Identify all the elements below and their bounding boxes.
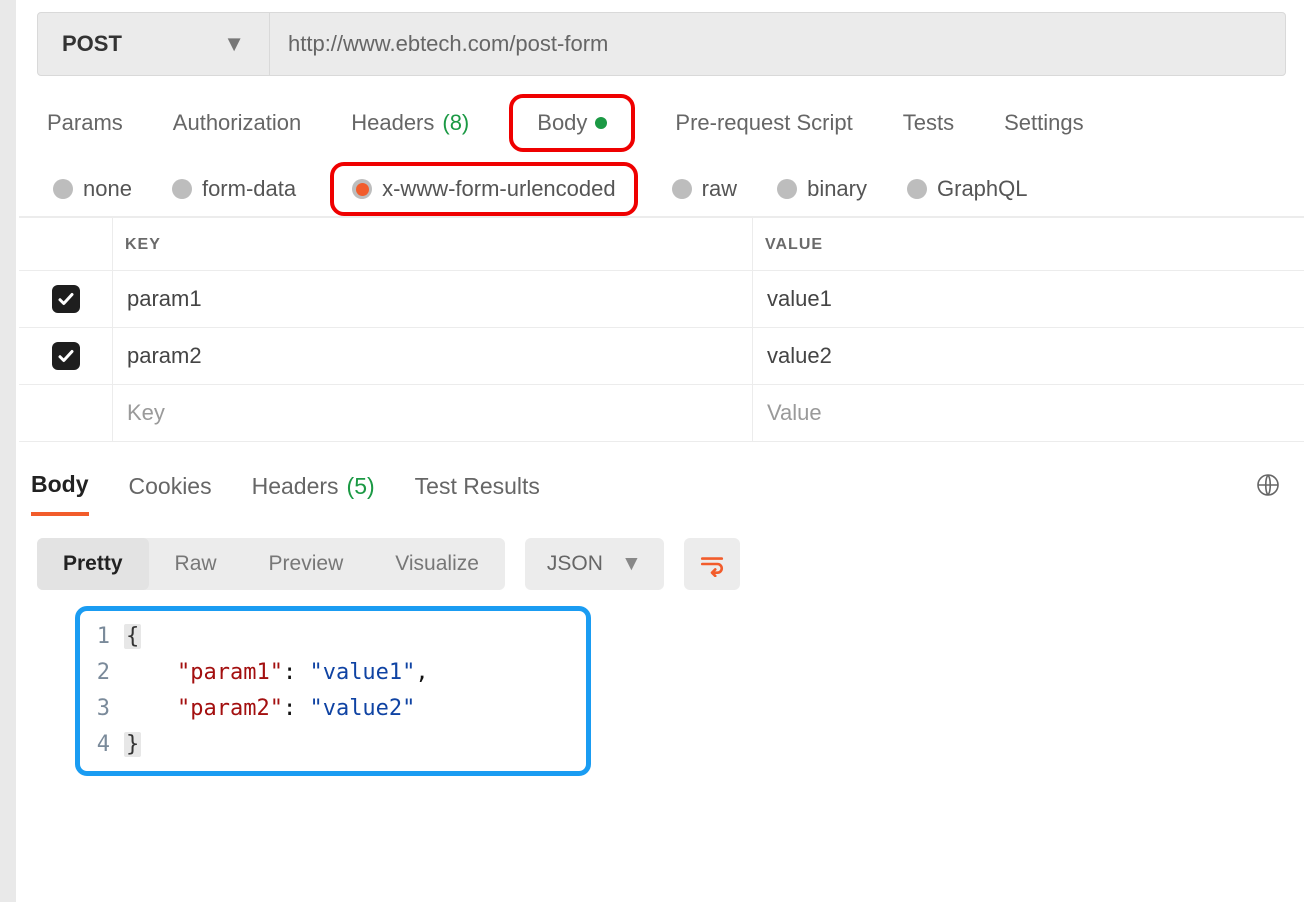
tab-authorization[interactable]: Authorization	[173, 110, 301, 136]
code-text: {	[124, 619, 576, 655]
response-body-code: 1 { 2 "param1": "value1", 3 "param2": "v…	[75, 606, 591, 776]
checkbox-checked-icon[interactable]	[52, 342, 80, 370]
response-tabs-row: Body Cookies Headers (5) Test Results	[19, 453, 1304, 516]
http-method-label: POST	[62, 31, 122, 57]
kv-header-key: KEY	[113, 218, 753, 270]
code-line: 1 {	[80, 619, 576, 655]
table-row-empty	[19, 384, 1304, 441]
request-url-input[interactable]	[270, 13, 1285, 75]
response-language-label: JSON	[547, 552, 603, 576]
view-mode-tabs: Pretty Raw Preview Visualize	[37, 538, 505, 590]
tab-headers[interactable]: Headers (8)	[351, 110, 469, 136]
wrap-lines-button[interactable]	[684, 538, 740, 590]
main-content: POST ▼ Params Authorization Headers (8) …	[19, 0, 1304, 776]
body-type-form-data-label: form-data	[202, 176, 296, 202]
body-type-graphql-label: GraphQL	[937, 176, 1028, 202]
response-tab-headers-count: (5)	[347, 473, 375, 500]
response-view-toolbar: Pretty Raw Preview Visualize JSON ▼	[37, 538, 1304, 590]
code-line: 2 "param1": "value1",	[80, 655, 576, 691]
body-type-raw-label: raw	[702, 176, 737, 202]
status-dot-icon	[595, 117, 607, 129]
chevron-down-icon: ▼	[621, 552, 642, 576]
view-visualize[interactable]: Visualize	[369, 538, 505, 590]
radio-icon	[172, 179, 192, 199]
left-rail	[0, 0, 16, 902]
response-tabs: Body Cookies Headers (5) Test Results	[31, 453, 540, 516]
line-number: 3	[80, 691, 124, 727]
tab-tests[interactable]: Tests	[903, 110, 954, 136]
body-type-none[interactable]: none	[53, 176, 132, 202]
body-type-form-data[interactable]: form-data	[172, 176, 296, 202]
tab-params[interactable]: Params	[47, 110, 123, 136]
response-tab-body[interactable]: Body	[31, 453, 89, 516]
kv-value-input[interactable]	[765, 285, 1292, 313]
table-row	[19, 270, 1304, 327]
response-language-select[interactable]: JSON ▼	[525, 538, 664, 590]
body-type-selector: none form-data x-www-form-urlencoded raw…	[19, 164, 1304, 217]
body-type-binary-label: binary	[807, 176, 867, 202]
code-line: 4 }	[80, 727, 576, 763]
request-url-bar: POST ▼	[37, 12, 1286, 76]
globe-icon[interactable]	[1256, 473, 1280, 497]
kv-header-value: VALUE	[753, 218, 1304, 270]
view-raw[interactable]: Raw	[149, 538, 243, 590]
code-line: 3 "param2": "value2"	[80, 691, 576, 727]
kv-value-input[interactable]	[765, 399, 1292, 427]
body-type-raw[interactable]: raw	[672, 176, 737, 202]
body-type-binary[interactable]: binary	[777, 176, 867, 202]
code-text: "param1": "value1",	[124, 655, 576, 691]
line-number: 2	[80, 655, 124, 691]
response-tab-headers[interactable]: Headers (5)	[252, 455, 375, 514]
tab-body[interactable]: Body	[509, 94, 635, 152]
view-preview[interactable]: Preview	[243, 538, 370, 590]
request-tabs: Params Authorization Headers (8) Body Pr…	[19, 76, 1304, 164]
tab-settings[interactable]: Settings	[1004, 110, 1084, 136]
radio-icon	[777, 179, 797, 199]
body-type-x-www-form-urlencoded[interactable]: x-www-form-urlencoded	[330, 162, 638, 216]
radio-selected-icon	[352, 179, 372, 199]
kv-key-input[interactable]	[125, 285, 740, 313]
view-pretty[interactable]: Pretty	[37, 538, 149, 590]
kv-key-input[interactable]	[125, 399, 740, 427]
body-type-graphql[interactable]: GraphQL	[907, 176, 1028, 202]
response-tab-cookies[interactable]: Cookies	[129, 455, 212, 514]
body-type-none-label: none	[83, 176, 132, 202]
kv-key-input[interactable]	[125, 342, 740, 370]
kv-table: KEY VALUE	[19, 217, 1304, 441]
kv-header-row: KEY VALUE	[19, 218, 1304, 270]
response-tab-headers-label: Headers	[252, 473, 339, 500]
radio-icon	[672, 179, 692, 199]
radio-icon	[907, 179, 927, 199]
kv-value-input[interactable]	[765, 342, 1292, 370]
checkbox-checked-icon[interactable]	[52, 285, 80, 313]
line-number: 4	[80, 727, 124, 763]
code-text: }	[124, 727, 576, 763]
code-text: "param2": "value2"	[124, 691, 576, 727]
line-number: 1	[80, 619, 124, 655]
tab-headers-label: Headers	[351, 110, 434, 136]
divider	[19, 441, 1304, 453]
body-type-xwww-label: x-www-form-urlencoded	[382, 176, 616, 202]
response-tab-test-results[interactable]: Test Results	[415, 455, 540, 514]
tab-pre-request[interactable]: Pre-request Script	[675, 110, 852, 136]
radio-icon	[53, 179, 73, 199]
http-method-select[interactable]: POST ▼	[38, 13, 270, 75]
chevron-down-icon: ▼	[223, 31, 245, 57]
tab-body-label: Body	[537, 110, 587, 136]
tab-headers-count: (8)	[442, 110, 469, 136]
table-row	[19, 327, 1304, 384]
